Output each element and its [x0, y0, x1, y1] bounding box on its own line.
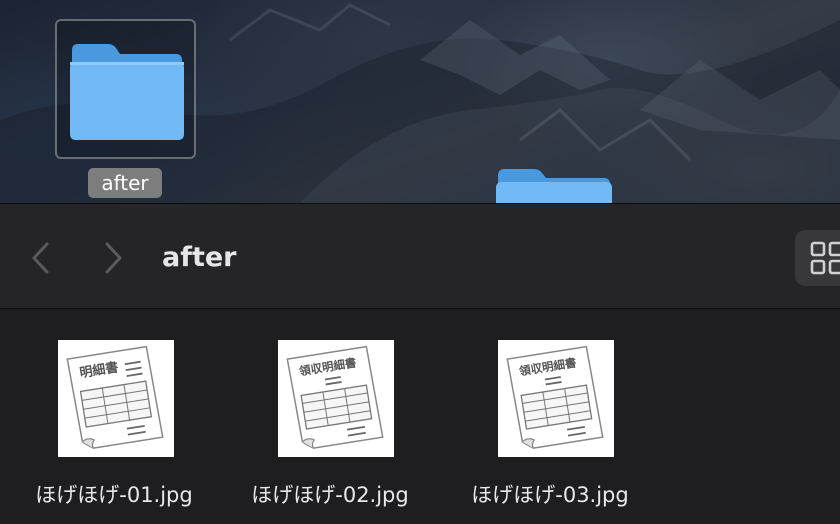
- folder-icon: [70, 44, 184, 140]
- icon-view-button[interactable]: [795, 230, 840, 286]
- desktop-folder-label[interactable]: after: [88, 168, 162, 198]
- file-name[interactable]: ほげほげ-02.jpg: [220, 479, 440, 509]
- file-thumbnail[interactable]: 領収明細書: [278, 340, 394, 457]
- file-grid: 明細書 ほげほげ-01.jpg 領収明細書 ほげほげ-02.jpg 領収明細書 …: [0, 309, 840, 524]
- file-item[interactable]: 明細書 ほげほげ-01.jpg: [6, 309, 226, 524]
- document-thumbnail-icon: 明細書: [66, 345, 164, 449]
- file-thumbnail[interactable]: 明細書: [58, 340, 174, 457]
- finder-toolbar: after: [0, 203, 840, 309]
- document-thumbnail-icon: 領収明細書: [506, 345, 604, 449]
- file-thumbnail[interactable]: 領収明細書: [498, 340, 614, 457]
- desktop-folder-after[interactable]: [55, 19, 196, 159]
- back-button[interactable]: [28, 240, 54, 276]
- window-title: after: [162, 242, 237, 273]
- desktop-background: after: [0, 0, 840, 203]
- forward-button[interactable]: [100, 240, 126, 276]
- file-name[interactable]: ほげほげ-01.jpg: [4, 479, 224, 509]
- file-name[interactable]: ほげほげ-03.jpg: [440, 479, 660, 509]
- document-thumbnail-icon: 領収明細書: [286, 345, 384, 449]
- grid-view-icon: [810, 241, 840, 275]
- file-item[interactable]: 領収明細書 ほげほげ-02.jpg: [226, 309, 446, 524]
- folder-icon[interactable]: [494, 166, 614, 203]
- chevron-right-icon: [105, 242, 122, 274]
- chevron-left-icon: [32, 242, 49, 274]
- file-item[interactable]: 領収明細書 ほげほげ-03.jpg: [446, 309, 666, 524]
